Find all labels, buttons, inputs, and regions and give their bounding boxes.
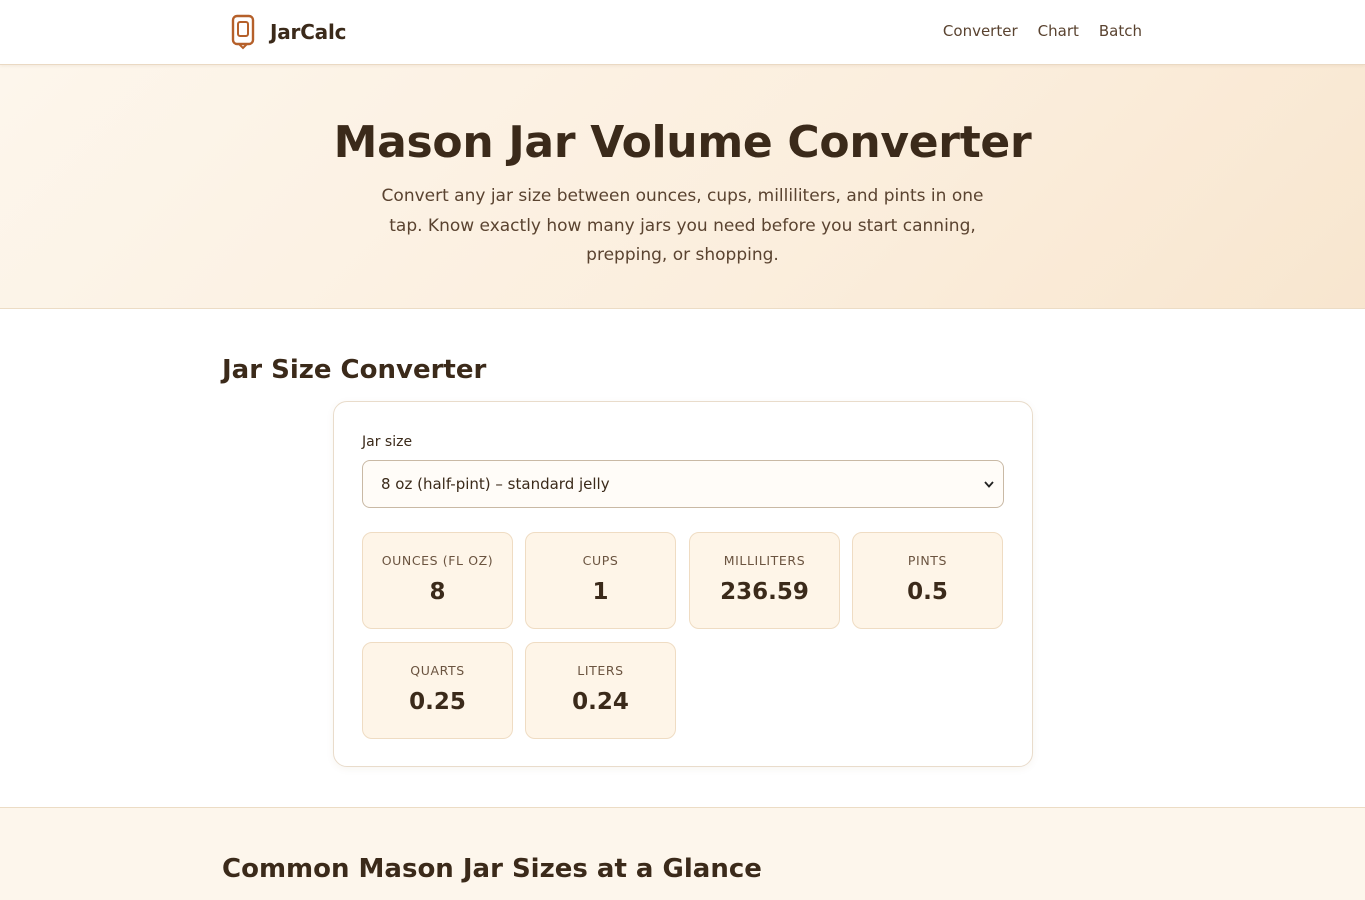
result-ounces: Ounces (fl oz) 8 <box>362 532 513 629</box>
result-label: Pints <box>907 553 948 568</box>
hero-subtitle: Convert any jar size between ounces, cup… <box>381 186 984 265</box>
converter-card: Jar size 8 oz (half-pint) – standard jel… <box>333 401 1033 767</box>
top-navbar: JarCalc Converter Chart Batch <box>0 0 1365 65</box>
result-label: Ounces (fl oz) <box>381 553 494 568</box>
nav-link-batch[interactable]: Batch <box>1099 22 1142 40</box>
result-value: 0.24 <box>572 689 629 715</box>
brand-logo[interactable]: JarCalc <box>230 12 346 52</box>
nav-link-chart[interactable]: Chart <box>1038 22 1079 40</box>
result-label: Milliliters <box>723 553 806 568</box>
jar-size-select[interactable]: 8 oz (half-pint) – standard jelly <box>362 460 1004 508</box>
chevron-down-icon <box>984 481 994 488</box>
nav-link-converter[interactable]: Converter <box>943 22 1018 40</box>
result-quarts: Quarts 0.25 <box>362 642 513 739</box>
jar-size-selected-value: 8 oz (half-pint) – standard jelly <box>381 475 610 493</box>
mason-jar-icon <box>231 14 255 50</box>
common-sizes-title: Common Mason Jar Sizes at a Glance <box>222 854 762 884</box>
result-liters: Liters 0.24 <box>525 642 676 739</box>
result-pints: Pints 0.5 <box>852 532 1003 629</box>
result-label: Cups <box>582 553 619 568</box>
result-value: 0.25 <box>409 689 466 715</box>
jar-size-label: Jar size <box>362 434 413 450</box>
result-value: 0.5 <box>907 579 948 605</box>
result-cups: Cups 1 <box>525 532 676 629</box>
result-milliliters: Milliliters 236.59 <box>689 532 840 629</box>
hero-section: Mason Jar Volume Converter Convert any j… <box>0 65 1365 309</box>
main-nav: Converter Chart Batch <box>923 22 1142 40</box>
result-value: 236.59 <box>720 579 809 605</box>
result-value: 8 <box>429 579 446 605</box>
page-title: Mason Jar Volume Converter <box>333 117 1032 168</box>
result-value: 1 <box>592 579 609 605</box>
result-label: Liters <box>577 663 624 678</box>
brand-name: JarCalc <box>270 20 347 44</box>
converter-section-title: Jar Size Converter <box>222 355 487 385</box>
result-label: Quarts <box>410 663 465 678</box>
